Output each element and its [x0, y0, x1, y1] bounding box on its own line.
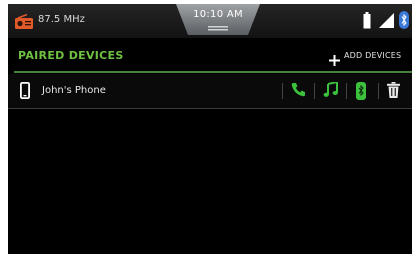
action-separator	[282, 83, 283, 99]
action-separator	[378, 83, 379, 99]
status-bar: 87.5 MHz 10:10 AM	[8, 4, 412, 38]
smartphone-icon	[19, 81, 30, 103]
clock: 10:10 AM	[193, 9, 243, 20]
page-title: PAIRED DEVICES	[18, 49, 124, 62]
bluetooth-battery-icon	[356, 82, 366, 100]
device-battery-button[interactable]	[350, 76, 376, 104]
trash-icon	[387, 82, 400, 98]
music-icon	[323, 82, 338, 97]
signal-icon	[379, 13, 395, 32]
bluetooth-icon	[399, 11, 409, 33]
phone-icon	[291, 83, 305, 97]
action-separator	[346, 83, 347, 99]
add-devices-label: ADD DEVICES	[344, 51, 402, 60]
add-devices-button[interactable]: ADD DEVICES	[329, 48, 412, 66]
device-row[interactable]: John's Phone	[8, 74, 412, 109]
radio-icon[interactable]	[14, 13, 34, 34]
music-profile-button[interactable]	[318, 76, 344, 104]
plus-icon	[329, 51, 340, 70]
delete-device-button[interactable]	[382, 76, 408, 104]
header-divider	[14, 71, 412, 73]
device-name: John's Phone	[42, 85, 106, 96]
infotainment-screen: 87.5 MHz 10:10 AM PAIRED DEVICES ADD DEV…	[8, 4, 412, 254]
radio-frequency[interactable]: 87.5 MHz	[38, 13, 85, 27]
battery-icon	[363, 12, 371, 33]
phone-profile-button[interactable]	[286, 76, 312, 104]
action-separator	[314, 83, 315, 99]
